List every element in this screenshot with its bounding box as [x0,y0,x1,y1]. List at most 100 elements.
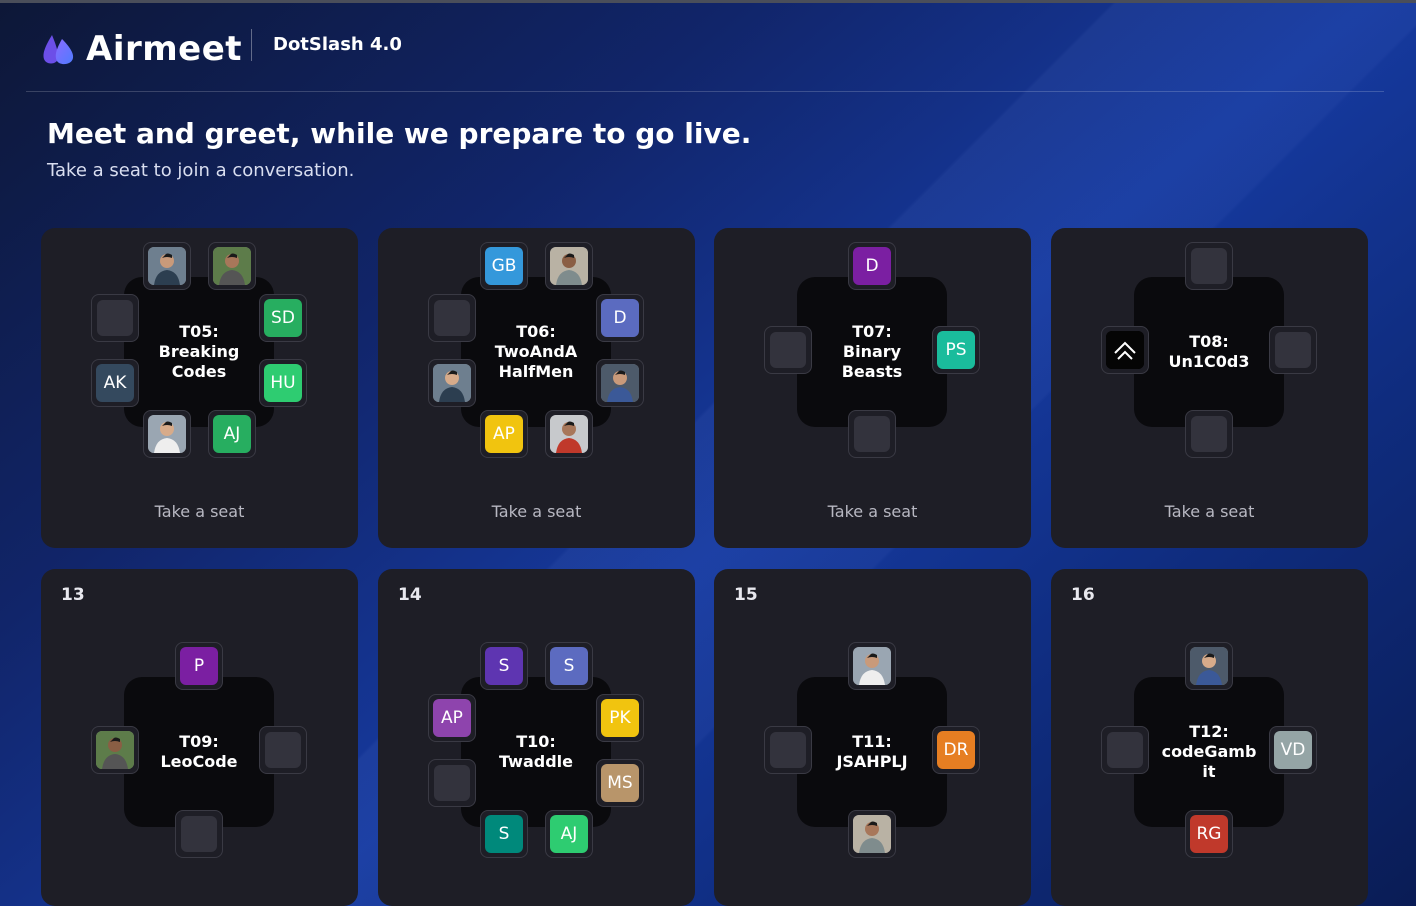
seat-placeholder [434,765,470,801]
empty-seat[interactable] [91,294,139,342]
take-seat-button[interactable]: Take a seat [41,502,358,521]
table-card[interactable]: T05: Breaking Codes SD HU AJ AK Take a seat [41,228,358,548]
avatar: P [180,647,218,685]
occupied-seat[interactable]: AJ [545,810,593,858]
avatar-photo [433,364,471,402]
avatar: GB [485,247,523,285]
table-name: T10: Twaddle [499,732,573,771]
avatar-photo [1190,647,1228,685]
occupied-seat[interactable]: GB [480,242,528,290]
occupied-seat[interactable]: S [480,642,528,690]
take-seat-button[interactable]: Take a seat [1051,502,1368,521]
occupied-seat[interactable] [428,359,476,407]
table-card[interactable]: 13 T09: LeoCode P [41,569,358,906]
avatar-photo [148,415,186,453]
occupied-seat[interactable]: DR [932,726,980,774]
avatar: D [601,299,639,337]
empty-seat[interactable] [428,294,476,342]
avatar: DR [937,731,975,769]
empty-seat[interactable] [1269,326,1317,374]
table-card[interactable]: 16 T12: codeGamb it VD RG [1051,569,1368,906]
occupied-seat[interactable]: MS [596,759,644,807]
occupied-seat[interactable]: VD [1269,726,1317,774]
occupied-seat[interactable]: AK [91,359,139,407]
occupied-seat[interactable] [545,410,593,458]
occupied-seat[interactable]: D [848,242,896,290]
avatar: S [485,815,523,853]
table-name: T06: TwoAndA HalfMen [494,322,578,381]
occupied-seat[interactable]: PS [932,326,980,374]
table-card[interactable]: T07: Binary Beasts D PS Take a seat [714,228,1031,548]
occupied-seat[interactable]: RG [1185,810,1233,858]
occupied-seat[interactable] [1101,326,1149,374]
conversation-table: T12: codeGamb it [1134,677,1284,827]
seat-placeholder [770,732,806,768]
avatar: S [550,647,588,685]
occupied-seat[interactable]: AP [480,410,528,458]
avatar: D [853,247,891,285]
table-number: 14 [398,585,422,605]
occupied-seat[interactable]: PK [596,694,644,742]
occupied-seat[interactable]: SD [259,294,307,342]
empty-seat[interactable] [764,326,812,374]
occupied-seat[interactable]: HU [259,359,307,407]
empty-seat[interactable] [1101,726,1149,774]
avatar: AJ [550,815,588,853]
header-divider [251,29,252,61]
empty-seat[interactable] [764,726,812,774]
empty-seat[interactable] [259,726,307,774]
occupied-seat[interactable] [91,726,139,774]
empty-seat[interactable] [1185,242,1233,290]
brand-logo[interactable]: Airmeet [40,29,242,69]
table-card[interactable]: T08: Un1C0d3 Take a seat [1051,228,1368,548]
header: Airmeet DotSlash 4.0 [0,3,1416,91]
take-seat-button[interactable]: Take a seat [378,502,695,521]
occupied-seat[interactable] [208,242,256,290]
seat-placeholder [97,300,133,336]
occupied-seat[interactable]: S [545,642,593,690]
seat-placeholder [1275,332,1311,368]
occupied-seat[interactable] [545,242,593,290]
occupied-seat[interactable]: AJ [208,410,256,458]
occupied-seat[interactable]: AP [428,694,476,742]
occupied-seat[interactable] [848,642,896,690]
page-title: Meet and greet, while we prepare to go l… [47,117,752,150]
empty-seat[interactable] [428,759,476,807]
empty-seat[interactable] [848,410,896,458]
take-seat-button[interactable]: Take a seat [714,502,1031,521]
seat-placeholder [770,332,806,368]
avatar: HU [264,364,302,402]
avatar-photo [853,647,891,685]
table-card[interactable]: T06: TwoAndA HalfMen GB D AP Take a seat [378,228,695,548]
avatar: AJ [213,415,251,453]
conversation-table: T08: Un1C0d3 [1134,277,1284,427]
table-name: T05: Breaking Codes [158,322,240,381]
seat-placeholder [434,300,470,336]
avatar: AP [485,415,523,453]
empty-seat[interactable] [175,810,223,858]
seat-placeholder [265,732,301,768]
occupied-seat[interactable]: S [480,810,528,858]
occupied-seat[interactable] [143,242,191,290]
conversation-table: T06: TwoAndA HalfMen [461,277,611,427]
occupied-seat[interactable] [1185,642,1233,690]
table-card[interactable]: 14 T10: Twaddle S S PK MS AJ S AP [378,569,695,906]
avatar-photo [213,247,251,285]
occupied-seat[interactable] [143,410,191,458]
avatar-photo [601,364,639,402]
occupied-seat[interactable] [848,810,896,858]
conversation-table: T09: LeoCode [124,677,274,827]
occupied-seat[interactable]: D [596,294,644,342]
avatar-photo [550,247,588,285]
table-name: T09: LeoCode [160,732,238,771]
avatar: AK [96,364,134,402]
occupied-seat[interactable]: P [175,642,223,690]
occupied-seat[interactable] [596,359,644,407]
table-number: 13 [61,585,85,605]
empty-seat[interactable] [1185,410,1233,458]
table-name: T11: JSAHPLJ [836,732,908,771]
table-card[interactable]: 15 T11: JSAHPLJ DR [714,569,1031,906]
seat-placeholder [1107,732,1143,768]
avatar: RG [1190,815,1228,853]
brand-name: Airmeet [86,29,243,69]
